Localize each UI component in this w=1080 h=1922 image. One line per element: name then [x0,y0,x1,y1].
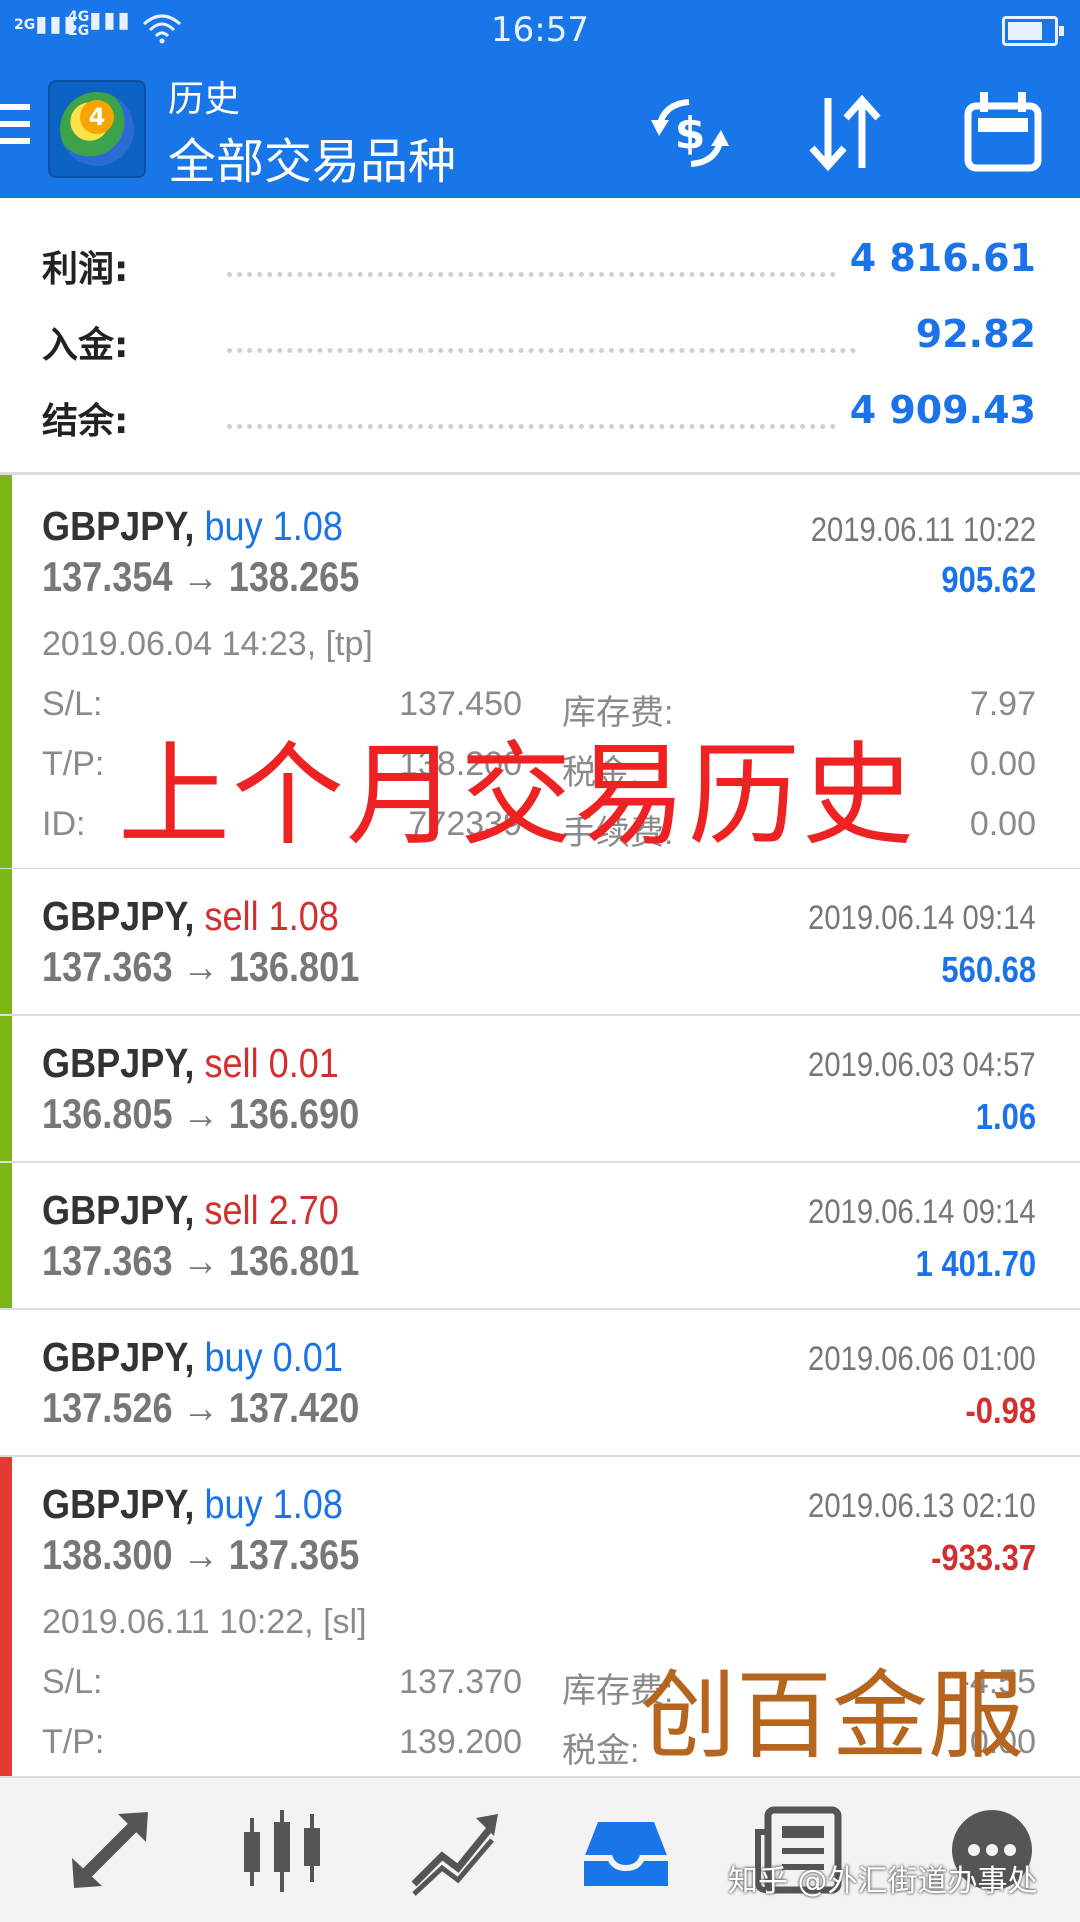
app-bar [0,58,1080,198]
trade-prices: 137.354 → 138.265 [42,553,360,600]
trade-close-time: 2019.06.14 09:14 [808,899,1036,937]
summary-label: 结余: [42,401,129,442]
trade-symbol: GBPJPY, buy 1.08 [42,503,343,549]
bottom-nav [0,1776,1080,1922]
sl-value: 137.370 [399,1663,522,1701]
metatrader-logo: 4 [48,80,146,178]
trade-close-time: 2019.06.14 09:14 [808,1193,1036,1231]
trade-close-time: 2019.06.13 02:10 [808,1487,1036,1525]
tp-value: 139.200 [399,1723,522,1761]
overlay-caption: 上个月交易历史 [118,731,916,861]
trade-status-bar [0,475,12,868]
tp-label: T/P: [42,1723,105,1761]
clock: 16:57 [491,10,589,50]
trade-row[interactable]: GBPJPY, sell 1.08 2019.06.14 09:14 137.3… [0,869,1080,1016]
trade-profit: 1 401.70 [915,1243,1036,1284]
trade-prices: 138.300 → 137.365 [42,1531,360,1578]
trade-row[interactable]: GBPJPY, sell 0.01 2019.06.03 04:57 136.8… [0,1016,1080,1163]
trade-row[interactable]: GBPJPY, sell 2.70 2019.06.14 09:14 137.3… [0,1163,1080,1310]
menu-icon[interactable] [0,104,30,152]
trade-status-bar [0,1163,12,1308]
leader-dots [227,272,856,277]
currency-exchange-icon[interactable]: $ [645,88,735,178]
trade-row[interactable]: GBPJPY, buy 0.01 2019.06.06 01:00 137.52… [0,1310,1080,1457]
summary-label: 入金: [42,325,129,366]
sort-icon[interactable] [800,88,890,178]
chart-icon[interactable] [234,1802,330,1898]
trade-profit: 560.68 [941,949,1036,990]
trade-symbol: GBPJPY, buy 1.08 [42,1481,343,1527]
leader-dots [227,348,856,353]
leader-dots [227,424,856,429]
trade-open-info: 2019.06.11 10:22, [sl] [42,1603,367,1641]
trade-status-bar [0,1016,12,1161]
summary-balance-row: 结余: 4 909.43 [42,388,1036,448]
trade-prices: 137.363 → 136.801 [42,943,360,990]
summary-value: 4 816.61 [839,236,1036,280]
trade-close-time: 2019.06.03 04:57 [808,1046,1036,1084]
summary-value: 4 909.43 [839,388,1036,432]
battery-icon [1002,16,1064,46]
trade-icon[interactable] [62,1802,158,1898]
status-bar: 2G▮▮▮ 4G 2G▮▮▮ 16:57 [0,0,1080,58]
summary-value: 92.82 [905,312,1036,356]
trade-symbol: GBPJPY, buy 0.01 [42,1334,343,1380]
fee-value: 0.00 [969,805,1036,843]
watermark: 知乎 @外汇街道办事处 [728,1864,1038,1899]
trade-prices: 136.805 → 136.690 [42,1090,360,1137]
swap-value: 7.97 [969,685,1036,723]
tp-label: T/P: [42,745,105,783]
calendar-icon[interactable] [958,88,1048,178]
trade-symbol: GBPJPY, sell 0.01 [42,1040,339,1086]
trade-symbol: GBPJPY, sell 1.08 [42,893,339,939]
overlay-brand: 创百金服 [640,1660,1024,1772]
trade-close-time: 2019.06.06 01:00 [808,1340,1036,1378]
history-icon[interactable] [578,1802,674,1898]
symbol-filter-title[interactable]: 全部交易品种 [168,122,456,192]
id-label: ID: [42,805,86,843]
trade-profit: -0.98 [965,1390,1036,1431]
trade-close-time: 2019.06.11 10:22 [810,511,1036,549]
trade-symbol: GBPJPY, sell 2.70 [42,1187,339,1233]
summary-label: 利润: [42,249,129,290]
trade-prices: 137.526 → 137.420 [42,1384,360,1431]
trade-profit: 905.62 [941,559,1036,600]
trade-profit: -933.37 [930,1537,1036,1578]
page-title: 历史 [168,79,241,120]
tax-value: 0.00 [969,745,1036,783]
svg-text:$: $ [675,108,706,159]
trade-open-info: 2019.06.04 14:23, [tp] [42,625,373,663]
sl-label: S/L: [42,685,103,723]
trade-prices: 137.363 → 136.801 [42,1237,360,1284]
trade-status-bar [0,1457,12,1776]
trade-status-bar [0,869,12,1014]
tax-label: 税金: [562,1732,640,1770]
trend-icon[interactable] [406,1802,502,1898]
trade-profit: 1.06 [975,1096,1036,1137]
sl-label: S/L: [42,1663,103,1701]
summary-profit-row: 利润: 4 816.61 [42,236,1036,296]
summary-deposit-row: 入金: 92.82 [42,312,1036,372]
